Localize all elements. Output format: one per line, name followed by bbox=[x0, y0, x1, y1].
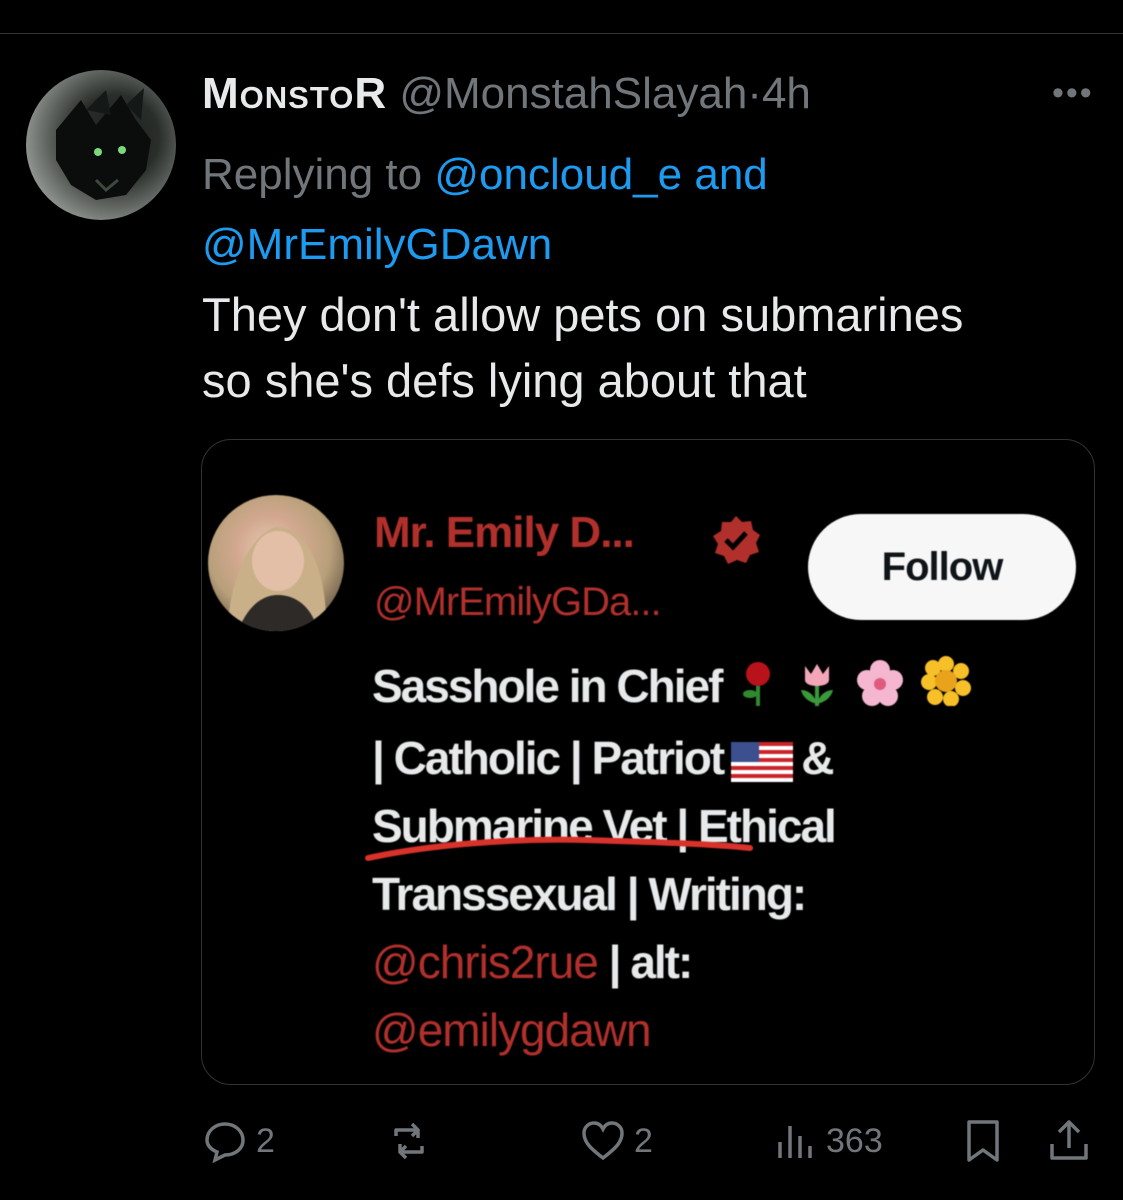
profile-avatar bbox=[208, 495, 344, 631]
reply-icon bbox=[205, 1122, 245, 1164]
reply-mention-1[interactable]: @oncloud_e bbox=[434, 150, 682, 199]
share-action[interactable] bbox=[1046, 1118, 1100, 1164]
bookmark-action[interactable] bbox=[960, 1118, 1014, 1164]
profile-name: Mr. Emily D... bbox=[374, 508, 635, 557]
follow-button: Follow bbox=[808, 514, 1076, 620]
repost-action[interactable] bbox=[386, 1118, 440, 1164]
red-underline-annotation bbox=[365, 836, 753, 861]
author-handle[interactable]: @MonstahSlayah bbox=[399, 69, 747, 118]
repost-icon bbox=[394, 1122, 424, 1160]
us-flag-icon bbox=[731, 741, 794, 782]
bio-line: Sasshole in Chief bbox=[372, 652, 1072, 724]
bio-line: @emilygdawn bbox=[372, 996, 1072, 1064]
bio-mention: @chris2rue bbox=[372, 935, 599, 988]
tweet-header: MonstoR @MonstahSlayah·4h bbox=[202, 68, 811, 120]
bio-line: | Catholic | Patriot & bbox=[372, 724, 1072, 792]
like-count: 2 bbox=[634, 1121, 653, 1160]
heart-icon bbox=[582, 1121, 624, 1161]
bio-line-text: Sasshole in Chief bbox=[372, 660, 723, 712]
verified-badge-icon bbox=[713, 516, 760, 564]
author-avatar[interactable] bbox=[26, 70, 176, 220]
timestamp[interactable]: 4h bbox=[762, 69, 811, 118]
views-count: 363 bbox=[826, 1121, 883, 1160]
reply-and[interactable]: and bbox=[694, 150, 767, 199]
rose-icon bbox=[738, 656, 778, 724]
reply-mention-2[interactable]: @MrEmilyGDawn bbox=[202, 220, 552, 269]
tweet-text: They don't allow pets on submarines so s… bbox=[202, 282, 1082, 414]
tweet-text-line: so she's defs lying about that bbox=[202, 354, 807, 407]
bio-line: @chris2rue | alt: bbox=[372, 928, 1072, 996]
reply-action[interactable]: 2 bbox=[202, 1118, 275, 1164]
author-name[interactable]: MonstoR bbox=[202, 69, 387, 118]
views-action[interactable]: 363 bbox=[772, 1118, 883, 1164]
bio-line: Transsexual | Writing: bbox=[372, 867, 807, 920]
top-divider bbox=[0, 33, 1123, 34]
more-options-icon[interactable]: ••• bbox=[1052, 74, 1094, 113]
replying-to: Replying to @oncloud_e and @MrEmilyGDawn bbox=[202, 140, 882, 280]
bio-line-text: | Catholic | Patriot bbox=[372, 731, 725, 784]
bio-line-text: & bbox=[801, 731, 834, 784]
cherry-blossom-icon bbox=[856, 656, 904, 724]
tweet-text-line: They don't allow pets on submarines bbox=[202, 288, 964, 341]
separator-dot: · bbox=[747, 69, 762, 118]
replying-prefix: Replying to bbox=[202, 150, 423, 199]
bio-line-text: | alt: bbox=[597, 935, 694, 988]
like-action[interactable]: 2 bbox=[580, 1118, 653, 1164]
reply-count: 2 bbox=[256, 1121, 275, 1160]
profile-handle: @MrEmilyGDa... bbox=[374, 580, 662, 624]
sunflower-icon bbox=[920, 655, 971, 724]
tulip-icon bbox=[795, 656, 839, 724]
bio-mention: @emilygdawn bbox=[372, 1003, 652, 1056]
bookmark-icon bbox=[967, 1120, 999, 1162]
views-icon bbox=[778, 1126, 812, 1158]
tweet-actions-bar: 2 2 363 bbox=[0, 1110, 1123, 1170]
attached-image-card[interactable]: Mr. Emily D... @MrEmilyGDa... Follow Sas… bbox=[201, 439, 1095, 1085]
share-icon bbox=[1050, 1120, 1088, 1160]
